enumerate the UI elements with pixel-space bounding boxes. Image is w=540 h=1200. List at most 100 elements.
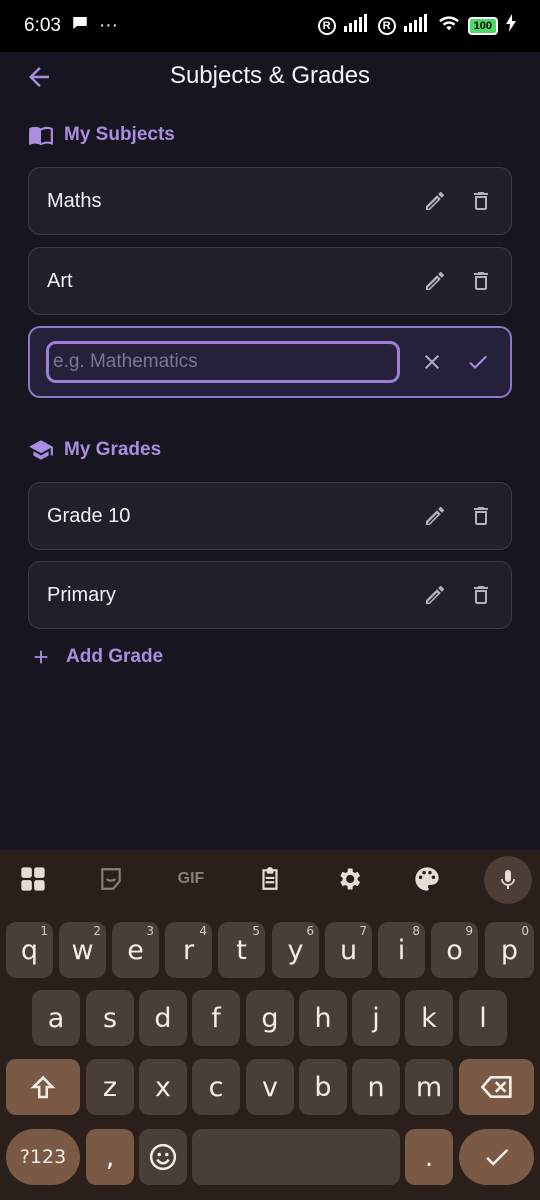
grades-heading: My Grades xyxy=(28,437,161,463)
key-q[interactable]: q1 xyxy=(6,922,53,978)
grade-label: Grade 10 xyxy=(47,504,131,527)
more-notifications-icon: ··· xyxy=(98,15,118,36)
period-key[interactable]: . xyxy=(405,1129,453,1185)
new-subject-card xyxy=(28,326,512,398)
key-c[interactable]: c xyxy=(192,1059,240,1115)
delete-trash-icon[interactable] xyxy=(469,269,493,293)
clipboard-icon[interactable] xyxy=(255,864,285,894)
key-label: p xyxy=(500,934,519,966)
gif-icon[interactable]: GIF xyxy=(172,864,210,894)
backspace-icon xyxy=(480,1075,512,1099)
key-m[interactable]: m xyxy=(405,1059,453,1115)
enter-key[interactable] xyxy=(459,1129,534,1185)
wifi-icon xyxy=(438,14,460,38)
apps-icon[interactable] xyxy=(18,864,48,894)
key-t[interactable]: t5 xyxy=(218,922,265,978)
add-grade-button[interactable]: Add Grade xyxy=(30,646,163,668)
edit-pencil-icon[interactable] xyxy=(423,189,447,213)
key-hint: 5 xyxy=(252,924,260,938)
page-title: Subjects & Grades xyxy=(169,62,371,89)
grades-heading-label: My Grades xyxy=(64,439,162,460)
key-l[interactable]: l xyxy=(459,990,507,1046)
new-subject-input[interactable] xyxy=(46,341,400,383)
key-hint: 1 xyxy=(40,924,48,938)
subject-card: Maths xyxy=(28,167,512,235)
key-k[interactable]: k xyxy=(405,990,453,1046)
comma-key[interactable]: , xyxy=(86,1129,134,1185)
graduation-cap-icon xyxy=(29,440,53,460)
subject-label: Maths xyxy=(47,189,102,212)
key-r[interactable]: r4 xyxy=(165,922,212,978)
key-h[interactable]: h xyxy=(299,990,347,1046)
key-u[interactable]: u7 xyxy=(325,922,372,978)
edit-pencil-icon[interactable] xyxy=(423,583,447,607)
book-icon xyxy=(29,126,53,146)
subjects-heading-label: My Subjects xyxy=(64,124,175,145)
key-g[interactable]: g xyxy=(246,990,294,1046)
key-z[interactable]: z xyxy=(86,1059,134,1115)
key-n[interactable]: n xyxy=(352,1059,400,1115)
delete-trash-icon[interactable] xyxy=(469,189,493,213)
key-o[interactable]: o9 xyxy=(431,922,478,978)
key-label: y xyxy=(287,934,304,966)
key-hint: 9 xyxy=(465,924,473,938)
key-w[interactable]: w2 xyxy=(59,922,106,978)
grade-card: Primary xyxy=(28,561,512,629)
delete-trash-icon[interactable] xyxy=(469,504,493,528)
edit-pencil-icon[interactable] xyxy=(423,269,447,293)
status-bar: 6:03 ··· R R 100 xyxy=(0,0,540,52)
shift-key[interactable] xyxy=(6,1059,80,1115)
grade-card: Grade 10 xyxy=(28,482,512,550)
key-label: i xyxy=(397,934,406,966)
mic-icon[interactable] xyxy=(484,856,532,904)
key-s[interactable]: s xyxy=(86,990,134,1046)
checkmark-icon[interactable] xyxy=(466,350,490,374)
key-i[interactable]: i8 xyxy=(378,922,425,978)
key-a[interactable]: a xyxy=(32,990,80,1046)
battery-icon: 100 xyxy=(467,17,498,35)
key-v[interactable]: v xyxy=(246,1059,294,1115)
app-header: Subjects & Grades xyxy=(0,52,540,100)
chat-bubble-icon xyxy=(71,14,89,38)
key-b[interactable]: b xyxy=(299,1059,347,1115)
subjects-heading: My Subjects xyxy=(28,122,175,148)
palette-icon[interactable] xyxy=(412,864,442,894)
edit-pencil-icon[interactable] xyxy=(423,504,447,528)
close-icon[interactable] xyxy=(420,350,444,374)
key-hint: 8 xyxy=(412,924,420,938)
subject-card: Art xyxy=(28,247,512,315)
emoji-key[interactable] xyxy=(139,1129,187,1185)
key-d[interactable]: d xyxy=(139,990,187,1046)
shift-icon xyxy=(30,1075,56,1099)
registered-icon: R xyxy=(317,17,336,35)
key-p[interactable]: p0 xyxy=(485,922,534,978)
grade-label: Primary xyxy=(47,583,116,606)
key-f[interactable]: f xyxy=(192,990,240,1046)
key-hint: 0 xyxy=(521,924,529,938)
charging-icon xyxy=(506,14,516,38)
back-arrow-icon[interactable] xyxy=(24,62,54,92)
status-time: 6:03 xyxy=(24,15,61,36)
registered-icon-2: R xyxy=(377,17,396,35)
key-hint: 6 xyxy=(306,924,314,938)
plus-icon xyxy=(34,650,48,664)
keyboard-toolbar: GIF xyxy=(0,850,540,908)
settings-gear-icon[interactable] xyxy=(334,864,364,894)
backspace-key[interactable] xyxy=(459,1059,534,1115)
sticker-icon[interactable] xyxy=(96,864,126,894)
key-y[interactable]: y6 xyxy=(272,922,319,978)
symbols-key[interactable]: ?123 xyxy=(6,1129,80,1185)
key-label: w xyxy=(71,934,94,966)
subject-label: Art xyxy=(47,269,73,292)
key-x[interactable]: x xyxy=(139,1059,187,1115)
signal-icon xyxy=(343,14,370,38)
key-label: r xyxy=(182,934,195,966)
delete-trash-icon[interactable] xyxy=(469,583,493,607)
key-label: e xyxy=(127,934,144,966)
space-key[interactable] xyxy=(192,1129,400,1185)
key-j[interactable]: j xyxy=(352,990,400,1046)
key-label: o xyxy=(446,934,463,966)
key-hint: 2 xyxy=(93,924,101,938)
key-e[interactable]: e3 xyxy=(112,922,159,978)
soft-keyboard: GIF q1 w2 e3 r4 t5 y6 u7 i8 o9 p0 a s d … xyxy=(0,850,540,1200)
